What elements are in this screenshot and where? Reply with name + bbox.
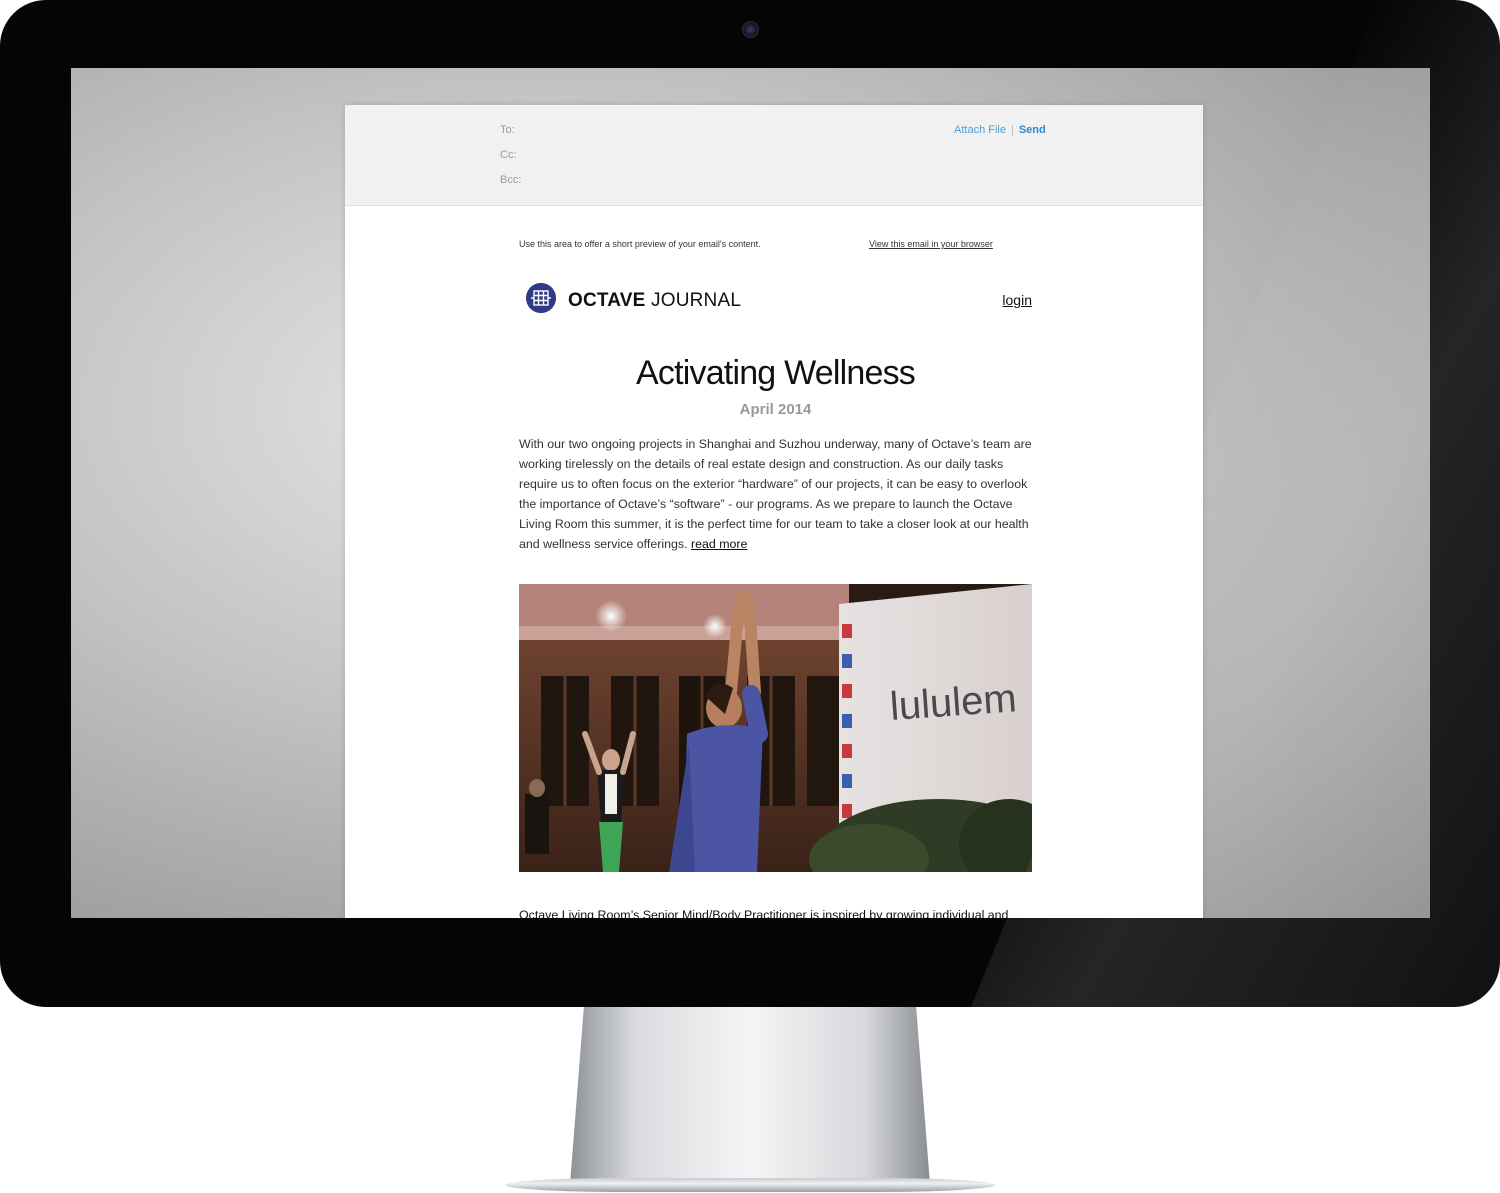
intro-text: With our two ongoing projects in Shangha…: [519, 437, 1032, 551]
bcc-field[interactable]: Bcc:: [500, 174, 521, 186]
monitor-screen: To: Cc: Bcc: Attach File | Send Use this a…: [71, 68, 1430, 918]
newsletter-date: April 2014: [739, 401, 812, 418]
monitor-stand-base: [505, 1178, 995, 1192]
newsletter-title: Activating Wellness: [636, 354, 916, 392]
second-paragraph: Octave Living Room’s Senior Mind/Body Pr…: [519, 908, 1009, 918]
send-button[interactable]: Send: [1019, 124, 1046, 136]
cc-field[interactable]: Cc:: [500, 149, 517, 161]
login-link[interactable]: login: [1002, 292, 1032, 308]
email-compose-window: To: Cc: Bcc: Attach File | Send Use this a…: [345, 105, 1203, 918]
hero-photo: lululem: [519, 584, 1032, 872]
brand-title-rest: JOURNAL: [645, 290, 742, 311]
webcam-icon: [742, 21, 759, 38]
brand-title: OCTAVE JOURNAL: [568, 290, 741, 312]
logo-row: OCTAVE JOURNAL login: [519, 283, 1032, 317]
compose-header: To: Cc: Bcc: Attach File | Send: [345, 105, 1203, 206]
preheader-text: Use this area to offer a short preview o…: [519, 239, 761, 249]
banner-logo-text: lululem: [889, 676, 1018, 729]
intro-paragraph: With our two ongoing projects in Shangha…: [519, 434, 1032, 554]
compose-actions: Attach File | Send: [954, 124, 1046, 136]
monitor-stand-neck: [570, 1000, 930, 1185]
octave-logo-icon: [526, 283, 556, 313]
action-separator: |: [1010, 124, 1014, 136]
to-field[interactable]: To:: [500, 124, 515, 136]
view-in-browser-link[interactable]: View this email in your browser: [869, 239, 993, 249]
read-more-link[interactable]: read more: [691, 537, 747, 551]
monitor-bezel: To: Cc: Bcc: Attach File | Send Use this a…: [0, 0, 1500, 1007]
brand-title-bold: OCTAVE: [568, 290, 646, 311]
attach-file-button[interactable]: Attach File: [954, 124, 1006, 136]
